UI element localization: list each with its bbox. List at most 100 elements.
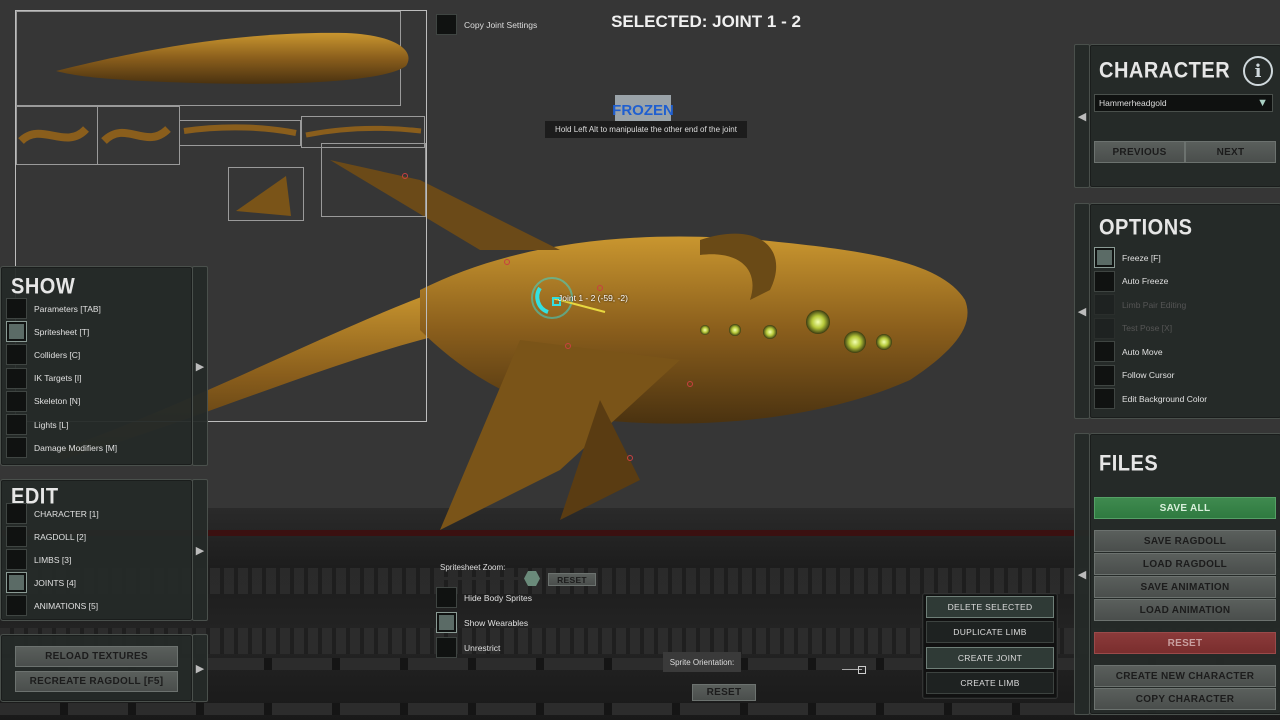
show-option-checkbox[interactable] [6,437,27,459]
show-option-item[interactable]: Parameters [TAB] [6,298,101,319]
show-panel-toggle[interactable]: ▶ [192,266,208,466]
hide-body-sprites-label: Hide Body Sprites [464,592,533,603]
zoom-reset-button[interactable]: RESET [548,573,596,586]
show-option-label: Damage Modifiers [M] [34,442,118,453]
show-panel: SHOW [0,266,193,466]
character-dropdown[interactable]: Hammerheadgold ▼ [1094,94,1273,112]
options-toggle-checkbox[interactable] [1094,270,1115,292]
options-toggle-checkbox [1094,317,1115,339]
unrestrict-label: Unrestrict [464,642,501,653]
show-option-item[interactable]: Skeleton [N] [6,390,81,412]
options-toggle-label: Auto Freeze [1122,276,1169,286]
options-toggle-item[interactable]: Auto Move [1094,341,1163,362]
show-option-item[interactable]: Lights [L] [6,414,69,435]
show-option-label: Colliders [C] [34,349,81,360]
previous-character-button[interactable]: PREVIOUS [1094,141,1185,163]
show-option-checkbox[interactable] [6,414,27,435]
show-option-label: Parameters [TAB] [34,303,101,314]
show-option-item[interactable]: Damage Modifiers [M] [6,437,118,459]
info-icon[interactable]: i [1243,56,1273,86]
edit-panel-toggle[interactable]: ▶ [192,479,208,621]
orientation-handle[interactable] [858,666,866,674]
show-option-checkbox[interactable] [6,344,27,366]
show-option-item[interactable]: Colliders [C] [6,344,81,366]
options-toggle-label: Test Pose [X] [1122,323,1173,333]
joint-label: Joint 1 - 2 (-59, -2) [558,293,628,303]
chevron-right-icon: ▶ [195,544,205,557]
show-option-checkbox[interactable] [6,390,27,412]
unrestrict-checkbox[interactable] [436,637,457,658]
show-option-checkbox[interactable] [6,298,27,319]
duplicate-limb-button[interactable]: DUPLICATE LIMB [926,621,1054,643]
options-toggle-checkbox[interactable] [1094,341,1115,362]
reload-textures-button[interactable]: RELOAD TEXTURES [15,646,178,667]
files-panel-toggle[interactable]: ◀ [1074,433,1090,715]
creature-eye [876,334,892,350]
show-wearables-checkbox[interactable] [436,612,457,633]
save-all-button[interactable]: SAVE ALL [1094,497,1276,519]
character-panel-toggle[interactable]: ◀ [1074,44,1090,188]
show-option-checkbox[interactable] [6,367,27,389]
unrestrict-row[interactable]: Unrestrict [436,637,500,658]
copy-character-button[interactable]: COPY CHARACTER [1094,688,1276,710]
create-new-character-button[interactable]: CREATE NEW CHARACTER [1094,665,1276,687]
options-toggle-checkbox[interactable] [1094,388,1115,409]
show-option-label: Spritesheet [T] [34,326,90,337]
show-option-item[interactable]: IK Targets [I] [6,367,82,389]
show-option-checkbox[interactable] [6,321,27,343]
edit-mode-label: CHARACTER [1] [34,508,99,519]
options-panel-toggle[interactable]: ◀ [1074,203,1090,419]
edit-mode-item[interactable]: RAGDOLL [2] [6,526,86,547]
copy-joint-settings-checkbox[interactable] [436,14,457,35]
reset-button[interactable]: RESET [1094,632,1276,654]
create-limb-button[interactable]: CREATE LIMB [926,672,1054,694]
options-toggle-item[interactable]: Freeze [F] [1094,247,1161,268]
chevron-right-icon: ▶ [195,662,205,675]
options-toggle-checkbox[interactable] [1094,364,1115,386]
orientation-reset-button[interactable]: RESET [692,684,756,701]
show-option-label: Skeleton [N] [34,396,81,407]
spritesheet-zoom-label: Spritesheet Zoom: [440,563,506,572]
delete-selected-button[interactable]: DELETE SELECTED [926,596,1054,618]
copy-joint-settings-label: Copy Joint Settings [464,19,538,30]
tools-panel-toggle[interactable]: ▶ [192,634,208,702]
next-character-button[interactable]: NEXT [1185,141,1276,163]
show-option-item[interactable]: Spritesheet [T] [6,321,90,343]
edit-mode-item[interactable]: ANIMATIONS [5] [6,595,98,616]
edit-mode-item[interactable]: LIMBS [3] [6,549,71,570]
options-toggle-label: Freeze [F] [1122,252,1161,263]
edit-mode-label: ANIMATIONS [5] [34,600,99,611]
recreate-ragdoll-button[interactable]: RECREATE RAGDOLL [F5] [15,671,178,692]
load-ragdoll-button[interactable]: LOAD RAGDOLL [1094,553,1276,575]
creature-eye [729,324,741,336]
hide-body-sprites-checkbox[interactable] [436,587,457,608]
edit-mode-item[interactable]: CHARACTER [1] [6,503,99,524]
frozen-hint: Hold Left Alt to manipulate the other en… [545,121,747,138]
edit-mode-checkbox[interactable] [6,503,27,524]
creature-eye [806,310,830,334]
save-ragdoll-button[interactable]: SAVE RAGDOLL [1094,530,1276,552]
edit-mode-label: RAGDOLL [2] [34,531,87,542]
character-panel-title: CHARACTER [1099,59,1231,84]
options-toggle-item[interactable]: Follow Cursor [1094,364,1175,386]
options-toggle-item[interactable]: Auto Freeze [1094,270,1169,292]
options-toggle-checkbox[interactable] [1094,247,1115,268]
load-animation-button[interactable]: LOAD ANIMATION [1094,599,1276,621]
creature-eye [700,325,710,335]
chevron-down-icon: ▼ [1257,97,1268,109]
options-toggle-label: Auto Move [1122,346,1163,357]
copy-joint-settings-row[interactable]: Copy Joint Settings [436,14,537,35]
chevron-left-icon: ◀ [1077,110,1087,123]
save-animation-button[interactable]: SAVE ANIMATION [1094,576,1276,598]
edit-mode-checkbox[interactable] [6,526,27,547]
show-wearables-row[interactable]: Show Wearables [436,612,528,633]
show-panel-title: SHOW [11,275,76,300]
options-toggle-label: Follow Cursor [1122,370,1175,380]
hide-body-sprites-row[interactable]: Hide Body Sprites [436,587,532,608]
edit-mode-item[interactable]: JOINTS [4] [6,572,76,593]
edit-mode-checkbox[interactable] [6,572,27,593]
options-toggle-item[interactable]: Edit Background Color [1094,388,1207,409]
edit-mode-checkbox[interactable] [6,595,27,616]
edit-mode-checkbox[interactable] [6,549,27,570]
create-joint-button[interactable]: CREATE JOINT [926,647,1054,669]
